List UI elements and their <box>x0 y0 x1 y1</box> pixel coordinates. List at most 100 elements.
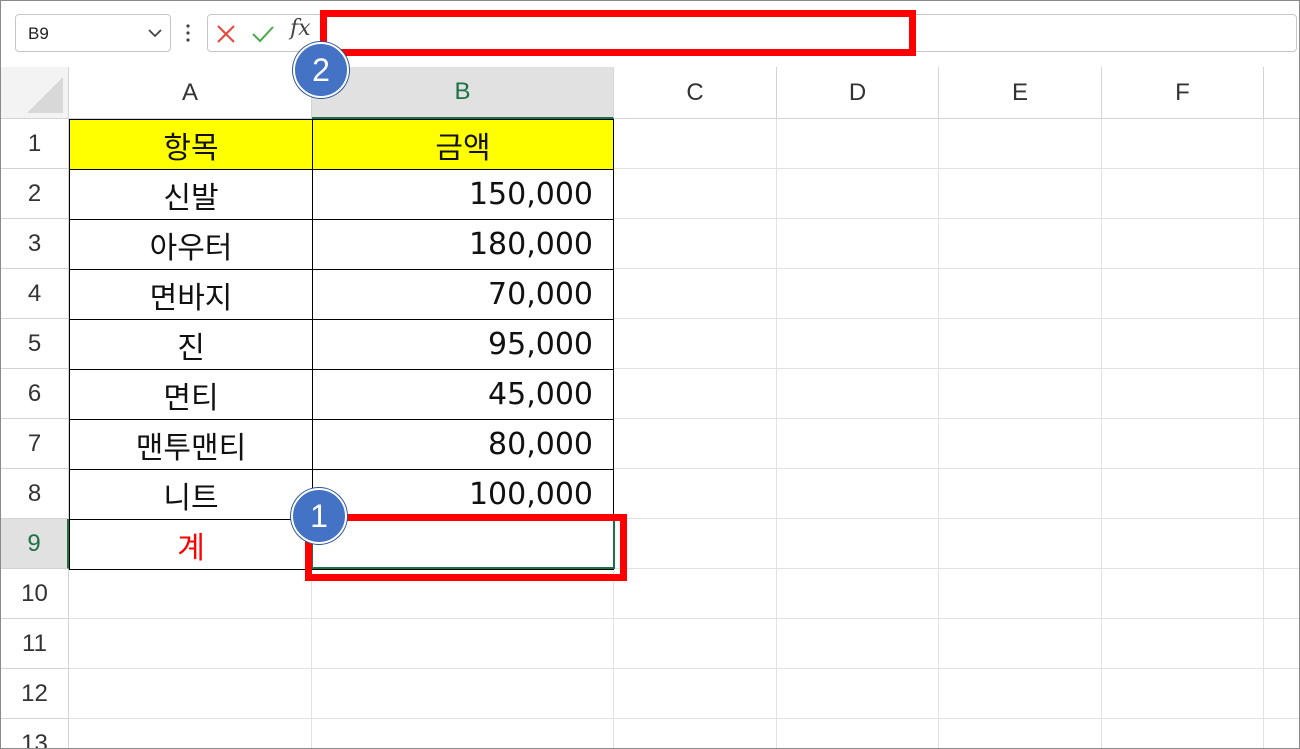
more-options-icon[interactable] <box>185 21 191 45</box>
column-header-a[interactable]: A <box>69 67 312 119</box>
empty-cell[interactable] <box>777 569 939 619</box>
empty-cell[interactable] <box>312 719 614 748</box>
empty-cell[interactable] <box>1102 219 1264 269</box>
cell-b7[interactable]: 80,000 <box>312 419 614 470</box>
row-header-9[interactable]: 9 <box>1 519 69 569</box>
empty-cell[interactable] <box>939 369 1102 419</box>
empty-cell[interactable] <box>1102 719 1264 748</box>
cell-a2[interactable]: 신발 <box>69 169 313 220</box>
empty-cell[interactable] <box>1102 119 1264 169</box>
cell-a4[interactable]: 면바지 <box>69 269 313 320</box>
empty-cell[interactable] <box>1264 469 1299 519</box>
empty-cell[interactable] <box>1264 619 1299 669</box>
row-header-13[interactable]: 13 <box>1 719 69 748</box>
empty-cell[interactable] <box>1264 419 1299 469</box>
cell-b8[interactable]: 100,000 <box>312 469 614 520</box>
cell-b1-header-amount[interactable]: 금액 <box>312 119 614 170</box>
row-header-4[interactable]: 4 <box>1 269 69 319</box>
empty-cell[interactable] <box>1102 469 1264 519</box>
cell-b3[interactable]: 180,000 <box>312 219 614 270</box>
row-header-8[interactable]: 8 <box>1 469 69 519</box>
empty-cell[interactable] <box>614 619 777 669</box>
column-header-partial[interactable] <box>1264 67 1299 119</box>
cell-a7[interactable]: 맨투맨티 <box>69 419 313 470</box>
empty-cell[interactable] <box>614 569 777 619</box>
empty-cell[interactable] <box>777 419 939 469</box>
cell-b4[interactable]: 70,000 <box>312 269 614 320</box>
empty-cell[interactable] <box>312 619 614 669</box>
cell-a6[interactable]: 면티 <box>69 369 313 420</box>
empty-cell[interactable] <box>1264 119 1299 169</box>
empty-cell[interactable] <box>614 119 777 169</box>
row-header-12[interactable]: 12 <box>1 669 69 719</box>
row-header-1[interactable]: 1 <box>1 119 69 169</box>
column-header-f[interactable]: F <box>1102 67 1264 119</box>
cell-a8[interactable]: 니트 <box>69 469 313 520</box>
empty-cell[interactable] <box>939 569 1102 619</box>
empty-cell[interactable] <box>1264 519 1299 569</box>
empty-cell[interactable] <box>777 619 939 669</box>
empty-cell[interactable] <box>777 669 939 719</box>
empty-cell[interactable] <box>69 619 312 669</box>
empty-cell[interactable] <box>777 269 939 319</box>
row-header-11[interactable]: 11 <box>1 619 69 669</box>
empty-cell[interactable] <box>939 119 1102 169</box>
row-header-10[interactable]: 10 <box>1 569 69 619</box>
empty-cell[interactable] <box>777 469 939 519</box>
empty-cell[interactable] <box>69 669 312 719</box>
empty-cell[interactable] <box>1102 369 1264 419</box>
cell-b5[interactable]: 95,000 <box>312 319 614 370</box>
empty-cell[interactable] <box>1102 619 1264 669</box>
empty-cell[interactable] <box>777 119 939 169</box>
empty-cell[interactable] <box>1264 269 1299 319</box>
fx-icon[interactable]: fx <box>290 16 311 41</box>
empty-cell[interactable] <box>614 519 777 569</box>
empty-cell[interactable] <box>614 219 777 269</box>
row-header-5[interactable]: 5 <box>1 319 69 369</box>
column-header-c[interactable]: C <box>614 67 777 119</box>
cell-b2[interactable]: 150,000 <box>312 169 614 220</box>
empty-cell[interactable] <box>1102 269 1264 319</box>
empty-cell[interactable] <box>777 519 939 569</box>
empty-cell[interactable] <box>614 169 777 219</box>
empty-cell[interactable] <box>1264 219 1299 269</box>
empty-cell[interactable] <box>939 169 1102 219</box>
name-box[interactable]: B9 <box>15 14 171 52</box>
empty-cell[interactable] <box>777 719 939 748</box>
cell-b6[interactable]: 45,000 <box>312 369 614 420</box>
column-header-e[interactable]: E <box>939 67 1102 119</box>
empty-cell[interactable] <box>614 469 777 519</box>
enter-icon[interactable] <box>251 23 275 45</box>
empty-cell[interactable] <box>777 319 939 369</box>
cell-a5[interactable]: 진 <box>69 319 313 370</box>
empty-cell[interactable] <box>1102 169 1264 219</box>
row-header-6[interactable]: 6 <box>1 369 69 419</box>
row-header-3[interactable]: 3 <box>1 219 69 269</box>
empty-cell[interactable] <box>777 169 939 219</box>
empty-cell[interactable] <box>777 369 939 419</box>
empty-cell[interactable] <box>1102 419 1264 469</box>
empty-cell[interactable] <box>1102 569 1264 619</box>
cell-a1-header-item[interactable]: 항목 <box>69 119 313 170</box>
empty-cell[interactable] <box>939 669 1102 719</box>
empty-cell[interactable] <box>69 569 312 619</box>
empty-cell[interactable] <box>1264 719 1299 748</box>
empty-cell[interactable] <box>939 419 1102 469</box>
empty-cell[interactable] <box>1264 569 1299 619</box>
empty-cell[interactable] <box>939 619 1102 669</box>
empty-cell[interactable] <box>939 469 1102 519</box>
column-header-b[interactable]: B <box>312 67 614 119</box>
empty-cell[interactable] <box>614 419 777 469</box>
empty-cell[interactable] <box>312 669 614 719</box>
cancel-icon[interactable] <box>215 23 237 45</box>
empty-cell[interactable] <box>777 219 939 269</box>
row-header-2[interactable]: 2 <box>1 169 69 219</box>
column-header-d[interactable]: D <box>777 67 939 119</box>
row-header-7[interactable]: 7 <box>1 419 69 469</box>
empty-cell[interactable] <box>1264 319 1299 369</box>
empty-cell[interactable] <box>1264 169 1299 219</box>
empty-cell[interactable] <box>1102 519 1264 569</box>
empty-cell[interactable] <box>614 369 777 419</box>
empty-cell[interactable] <box>614 669 777 719</box>
empty-cell[interactable] <box>939 719 1102 748</box>
